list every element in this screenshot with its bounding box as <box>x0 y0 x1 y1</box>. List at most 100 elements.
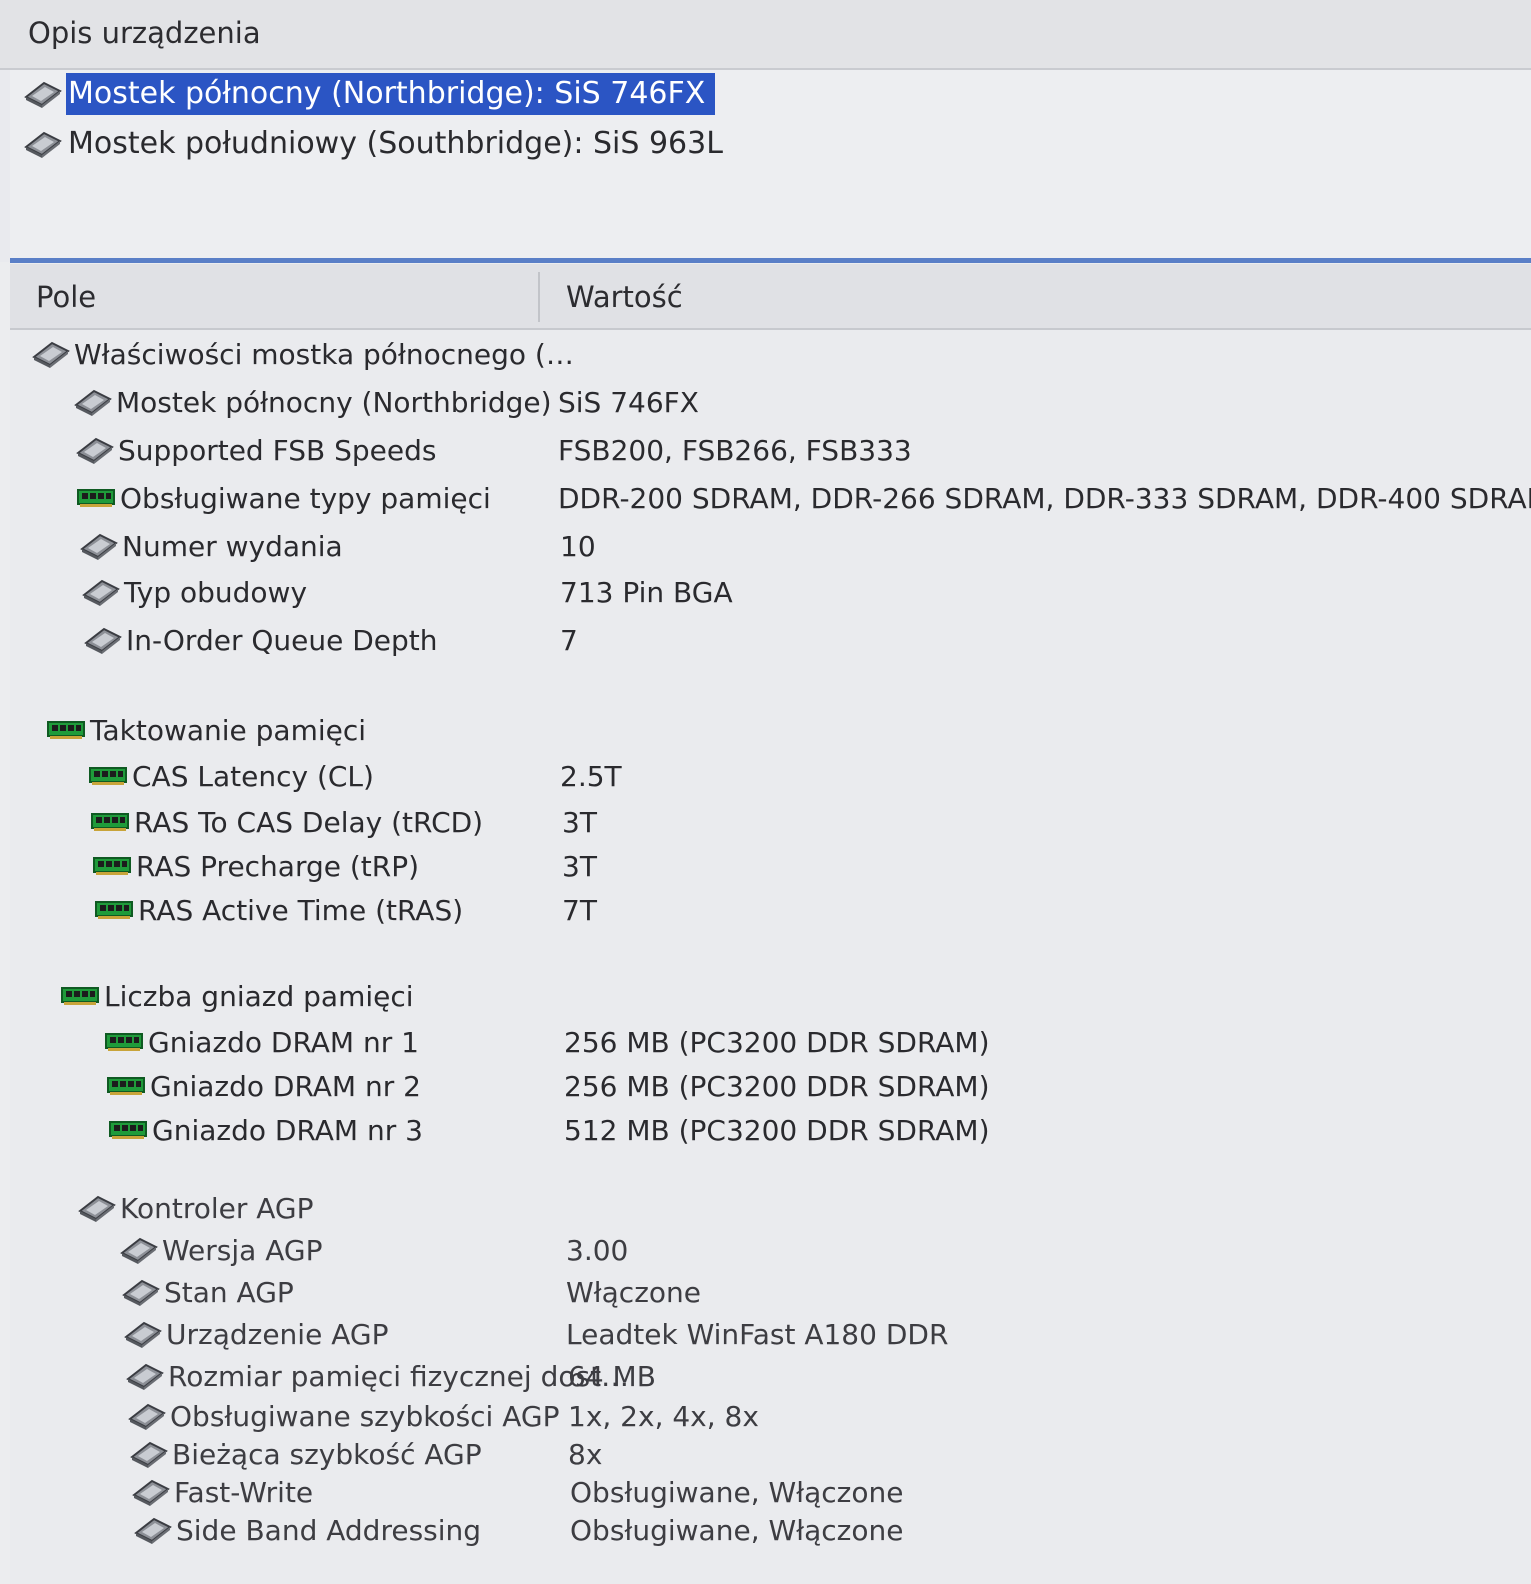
list-item[interactable]: Numer wydania 10 <box>10 524 1531 568</box>
device-description-header-label: Opis urządzenia <box>28 16 261 50</box>
row-field-label: Gniazdo DRAM nr 3 <box>152 1113 423 1147</box>
chip-icon <box>82 623 126 657</box>
list-group-agp-controller[interactable]: Kontroler AGP <box>10 1186 1531 1230</box>
row-value: 3T <box>562 850 597 883</box>
row-field-label: RAS Active Time (tRAS) <box>138 893 464 927</box>
row-field-label: Urządzenie AGP <box>166 1317 389 1351</box>
row-value: 2.5T <box>560 760 622 793</box>
list-item[interactable]: Gniazdo DRAM nr 1 256 MB (PC3200 DDR SDR… <box>10 1020 1531 1064</box>
row-field: Właściwości mostka północnego (… <box>30 332 574 376</box>
row-value: 7T <box>562 894 597 927</box>
ram-icon <box>88 764 132 788</box>
row-field: Gniazdo DRAM nr 1 <box>104 1020 419 1064</box>
list-item[interactable]: RAS To CAS Delay (tRCD) 3T <box>10 800 1531 844</box>
row-field: Gniazdo DRAM nr 3 <box>108 1108 423 1152</box>
ram-icon <box>106 1074 150 1098</box>
row-value: 10 <box>560 530 596 563</box>
list-item[interactable]: Wersja AGP 3.00 <box>10 1228 1531 1272</box>
row-value: 256 MB (PC3200 DDR SDRAM) <box>564 1070 990 1103</box>
ram-icon <box>76 486 120 510</box>
row-field: Gniazdo DRAM nr 2 <box>106 1064 421 1108</box>
chip-icon <box>130 1475 174 1509</box>
row-field-label: RAS To CAS Delay (tRCD) <box>134 805 484 839</box>
chip-icon <box>30 337 74 371</box>
row-value: 713 Pin BGA <box>560 576 733 609</box>
chip-icon <box>128 1437 172 1471</box>
row-field-label: Numer wydania <box>122 529 343 563</box>
list-item[interactable]: Rozmiar pamięci fizycznej dost… 64 MB <box>10 1354 1531 1398</box>
row-field-label: Supported FSB Speeds <box>118 433 437 467</box>
chip-icon <box>124 1359 168 1393</box>
chip-icon <box>22 77 66 111</box>
row-field-label: Mostek północny (Northbridge) <box>116 385 552 419</box>
row-field: Wersja AGP <box>118 1228 322 1272</box>
row-value: SiS 746FX <box>558 386 699 419</box>
row-field: RAS Precharge (tRP) <box>92 844 419 888</box>
row-field-label: In-Order Queue Depth <box>126 623 438 657</box>
column-header-field[interactable]: Pole <box>36 280 96 314</box>
chip-icon <box>76 1191 120 1225</box>
list-item[interactable]: Gniazdo DRAM nr 2 256 MB (PC3200 DDR SDR… <box>10 1064 1531 1108</box>
chip-icon <box>126 1399 170 1433</box>
list-item[interactable]: CAS Latency (CL) 2.5T <box>10 754 1531 798</box>
row-field-label: Kontroler AGP <box>120 1191 314 1225</box>
row-field: Taktowanie pamięci <box>46 708 366 752</box>
ram-icon <box>92 854 136 878</box>
row-field-label: Stan AGP <box>164 1275 294 1309</box>
row-value: Leadtek WinFast A180 DDR <box>566 1318 949 1351</box>
row-field: Kontroler AGP <box>76 1186 314 1230</box>
row-value: FSB200, FSB266, FSB333 <box>558 434 912 467</box>
chip-icon <box>132 1513 176 1547</box>
row-value: 3.00 <box>566 1234 629 1267</box>
row-value: Obsługiwane, Włączone <box>570 1476 904 1509</box>
row-value: 8x <box>568 1438 603 1471</box>
row-field: RAS To CAS Delay (tRCD) <box>90 800 483 844</box>
chip-icon <box>74 433 118 467</box>
device-item-northbridge[interactable]: Mostek północny (Northbridge): SiS 746FX <box>22 72 716 116</box>
list-item[interactable]: Stan AGP Włączone <box>10 1270 1531 1314</box>
list-group-northbridge-properties[interactable]: Właściwości mostka północnego (… <box>10 332 1531 376</box>
list-item[interactable]: RAS Active Time (tRAS) 7T <box>10 888 1531 932</box>
properties-list: Pole Wartość Właściwości mostka północne… <box>10 264 1531 1584</box>
chip-icon <box>78 529 122 563</box>
pane-splitter[interactable] <box>10 258 1531 263</box>
row-value: 3T <box>562 806 597 839</box>
row-value: Włączone <box>566 1276 701 1309</box>
list-item[interactable]: Supported FSB Speeds FSB200, FSB266, FSB… <box>10 428 1531 472</box>
row-value: 1x, 2x, 4x, 8x <box>568 1400 759 1433</box>
row-field: Urządzenie AGP <box>122 1312 388 1356</box>
row-field-label: Bieżąca szybkość AGP <box>172 1437 482 1471</box>
device-description-header[interactable]: Opis urządzenia <box>0 0 1531 70</box>
list-group-memory-slots[interactable]: Liczba gniazd pamięci <box>10 974 1531 1018</box>
list-item[interactable]: Typ obudowy 713 Pin BGA <box>10 570 1531 614</box>
column-header: Pole Wartość <box>10 264 1531 330</box>
ram-icon <box>104 1030 148 1054</box>
row-field: CAS Latency (CL) <box>88 754 374 798</box>
row-field: Rozmiar pamięci fizycznej dost… <box>124 1354 629 1398</box>
row-field-label: Fast-Write <box>174 1475 314 1509</box>
row-field-label: Obsługiwane szybkości AGP <box>170 1399 560 1433</box>
row-value: Obsługiwane, Włączone <box>570 1514 904 1547</box>
row-field-label: Gniazdo DRAM nr 1 <box>148 1025 419 1059</box>
row-field: Obsługiwane typy pamięci <box>76 476 491 520</box>
device-list: Mostek północny (Northbridge): SiS 746FX… <box>10 70 1531 260</box>
chip-icon <box>122 1317 166 1351</box>
list-item[interactable]: Mostek północny (Northbridge) SiS 746FX <box>10 380 1531 424</box>
list-item[interactable]: Gniazdo DRAM nr 3 512 MB (PC3200 DDR SDR… <box>10 1108 1531 1152</box>
list-group-memory-timings[interactable]: Taktowanie pamięci <box>10 708 1531 752</box>
row-field-label: RAS Precharge (tRP) <box>136 849 420 883</box>
row-field: In-Order Queue Depth <box>82 618 438 662</box>
device-item-southbridge[interactable]: Mostek południowy (Southbridge): SiS 963… <box>22 122 733 166</box>
column-resize-handle[interactable] <box>538 272 540 322</box>
ram-icon <box>60 984 104 1008</box>
list-item[interactable]: RAS Precharge (tRP) 3T <box>10 844 1531 888</box>
row-value: DDR-200 SDRAM, DDR-266 SDRAM, DDR-333 SD… <box>558 482 1531 515</box>
list-item[interactable]: In-Order Queue Depth 7 <box>10 618 1531 662</box>
column-header-value[interactable]: Wartość <box>566 280 683 314</box>
list-item[interactable]: Side Band Addressing Obsługiwane, Włączo… <box>10 1508 1531 1552</box>
ram-icon <box>46 718 90 742</box>
row-field-label: Wersja AGP <box>162 1233 323 1267</box>
list-item[interactable]: Urządzenie AGP Leadtek WinFast A180 DDR <box>10 1312 1531 1356</box>
list-item[interactable]: Obsługiwane typy pamięci DDR-200 SDRAM, … <box>10 476 1531 520</box>
row-field-label: Gniazdo DRAM nr 2 <box>150 1069 421 1103</box>
